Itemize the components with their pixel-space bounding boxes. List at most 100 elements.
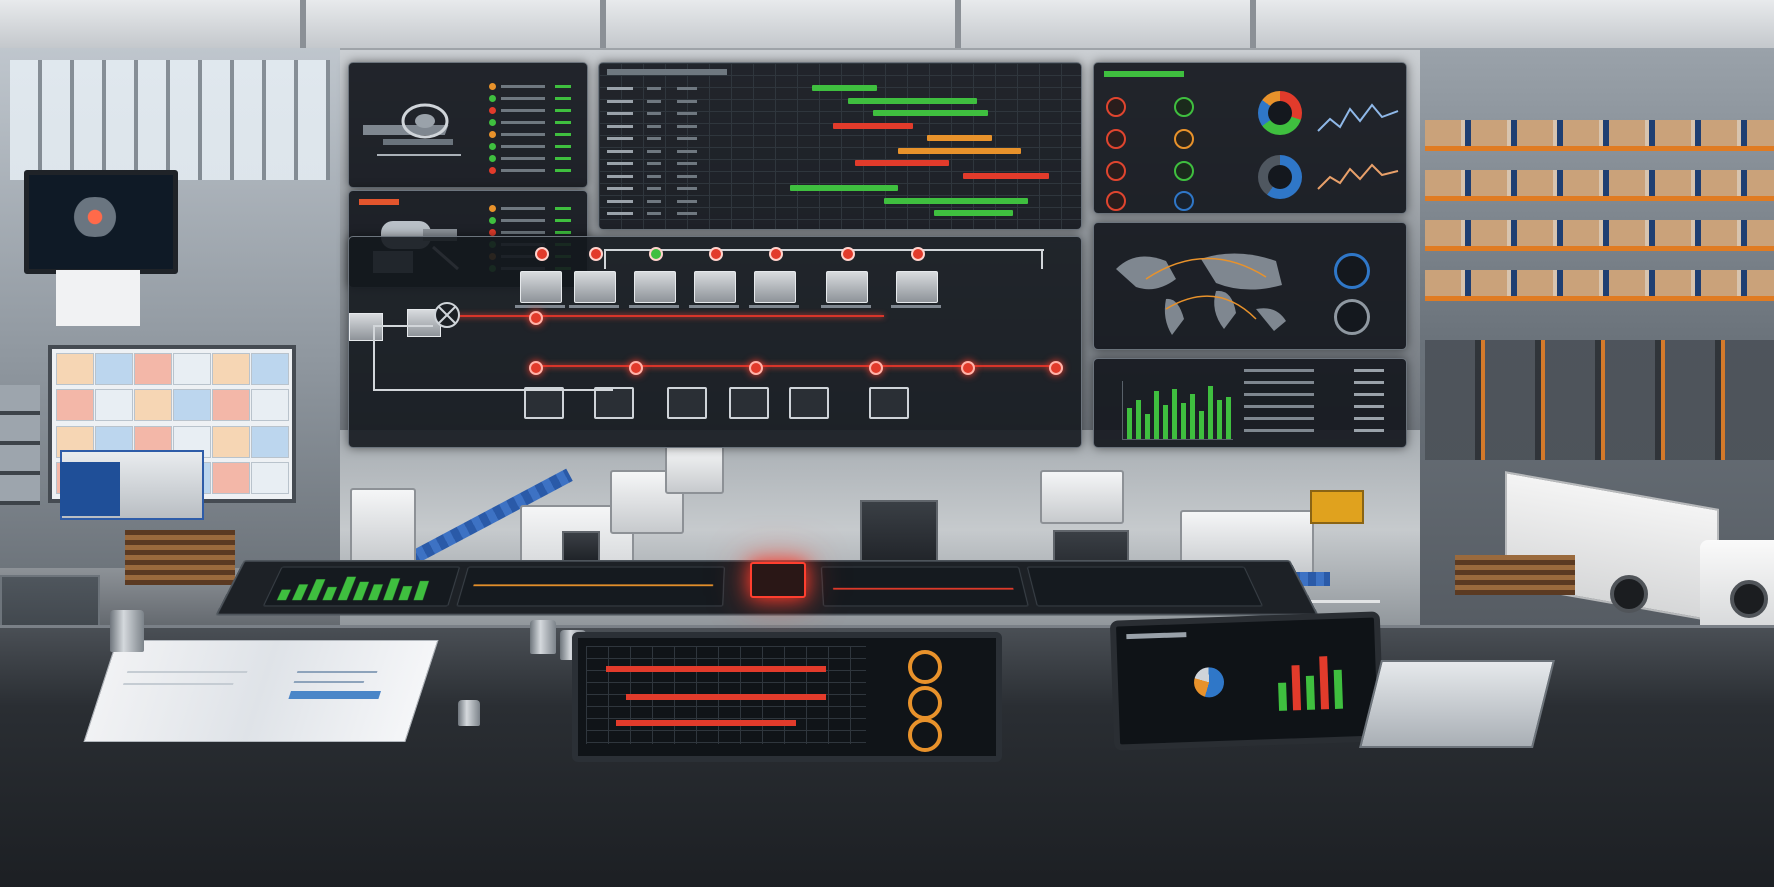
status-value-line — [555, 207, 571, 210]
output-station[interactable] — [729, 387, 769, 419]
mini-flow-line — [833, 587, 1014, 590]
process-station[interactable] — [634, 271, 676, 303]
station-status-node — [535, 247, 549, 261]
metric-value-line — [1354, 369, 1384, 372]
board-card — [212, 389, 250, 422]
schedule-row-id — [607, 99, 633, 103]
status-value-line — [555, 121, 571, 124]
metric-value-line — [1354, 405, 1384, 408]
status-label-line — [501, 109, 545, 112]
process-station[interactable] — [520, 271, 562, 303]
output-station[interactable] — [789, 387, 829, 419]
center-control-tablet[interactable] — [572, 632, 1002, 762]
gear-part-icon — [67, 197, 123, 237]
process-station[interactable] — [574, 271, 616, 303]
status-label-line — [501, 133, 545, 136]
schedule-row-code — [647, 149, 661, 153]
info-icon — [1174, 191, 1194, 211]
active-flow-line — [444, 315, 884, 317]
donut-chart — [1258, 91, 1302, 135]
mini-bar — [383, 577, 401, 601]
flow-connector — [373, 389, 613, 391]
schedule-row-code — [677, 187, 697, 190]
process-station[interactable] — [694, 271, 736, 303]
manual-text-line — [126, 671, 248, 673]
schedule-row-id — [607, 149, 633, 153]
metal-cylinder-part — [110, 610, 144, 652]
output-station[interactable] — [524, 387, 564, 419]
schedule-bar — [934, 210, 1014, 216]
output-bar — [1163, 405, 1168, 439]
analytics-tablet[interactable] — [1109, 611, 1385, 751]
alert-icon — [1106, 161, 1126, 181]
schedule-row-code — [677, 162, 697, 165]
donut-hole — [1268, 101, 1292, 125]
schedule-row-code — [647, 87, 661, 90]
board-card — [251, 461, 289, 494]
mini-flow-display — [456, 566, 725, 607]
ceiling-beam — [955, 0, 961, 48]
ceiling-beam — [600, 0, 606, 48]
status-list — [489, 83, 579, 183]
output-bar — [1199, 411, 1204, 439]
warehouse-rack — [1425, 170, 1774, 201]
schedule-row-id — [607, 124, 633, 128]
output-station[interactable] — [869, 387, 909, 419]
status-label-line — [501, 97, 545, 100]
hub-icon — [434, 302, 460, 328]
production-schedule-panel — [598, 62, 1082, 230]
truck-wheel — [1730, 580, 1768, 618]
process-station[interactable] — [896, 271, 938, 303]
tablet-bar — [1291, 665, 1302, 711]
station-label-line — [629, 305, 679, 308]
process-station[interactable] — [754, 271, 796, 303]
warning-icon — [1174, 129, 1194, 149]
status-value-line — [555, 109, 571, 112]
flow-node — [529, 311, 543, 325]
board-card — [251, 425, 289, 458]
status-dot — [489, 131, 496, 138]
station-status-node — [769, 247, 783, 261]
status-label-line — [501, 169, 545, 172]
flow-node — [749, 361, 763, 375]
schedule-bar — [883, 197, 1028, 204]
board-card — [95, 353, 133, 385]
status-label-line — [501, 157, 545, 160]
flow-node — [961, 361, 975, 375]
board-card — [134, 353, 172, 385]
global-logistics-panel — [1093, 222, 1407, 350]
flow-node — [869, 361, 883, 375]
station-label-line — [569, 305, 619, 308]
schedule-row-code — [647, 162, 661, 165]
board-card — [173, 389, 211, 422]
alert-icon — [1106, 97, 1126, 117]
tablet-bar — [1278, 682, 1288, 711]
output-station[interactable] — [667, 387, 707, 419]
status-dot — [489, 167, 496, 174]
component-panel-1 — [348, 62, 588, 188]
status-label-line — [501, 85, 545, 88]
active-flow-line — [534, 365, 1054, 367]
manual-text-line — [296, 671, 378, 673]
process-station[interactable] — [826, 271, 868, 303]
metric-value-line — [1354, 381, 1384, 384]
flow-node — [629, 361, 643, 375]
output-bar — [1208, 385, 1213, 439]
schedule-row-code — [677, 87, 697, 90]
cnc-machine — [665, 445, 724, 494]
process-station[interactable] — [349, 313, 383, 341]
mini-flow-display — [820, 566, 1029, 607]
board-card — [251, 353, 289, 385]
station-status-node — [841, 247, 855, 261]
left-monitor — [24, 170, 178, 274]
metric-label-line — [1244, 429, 1314, 432]
board-card — [212, 353, 250, 385]
tablet-bar — [1333, 669, 1344, 709]
output-station[interactable] — [594, 387, 634, 419]
metric-label-line — [1244, 381, 1314, 384]
tablet-red-bar — [626, 694, 826, 700]
mini-flow-line — [473, 584, 714, 587]
schedule-row-code — [647, 99, 661, 103]
station-status-node — [911, 247, 925, 261]
schedule-bar — [790, 185, 899, 191]
